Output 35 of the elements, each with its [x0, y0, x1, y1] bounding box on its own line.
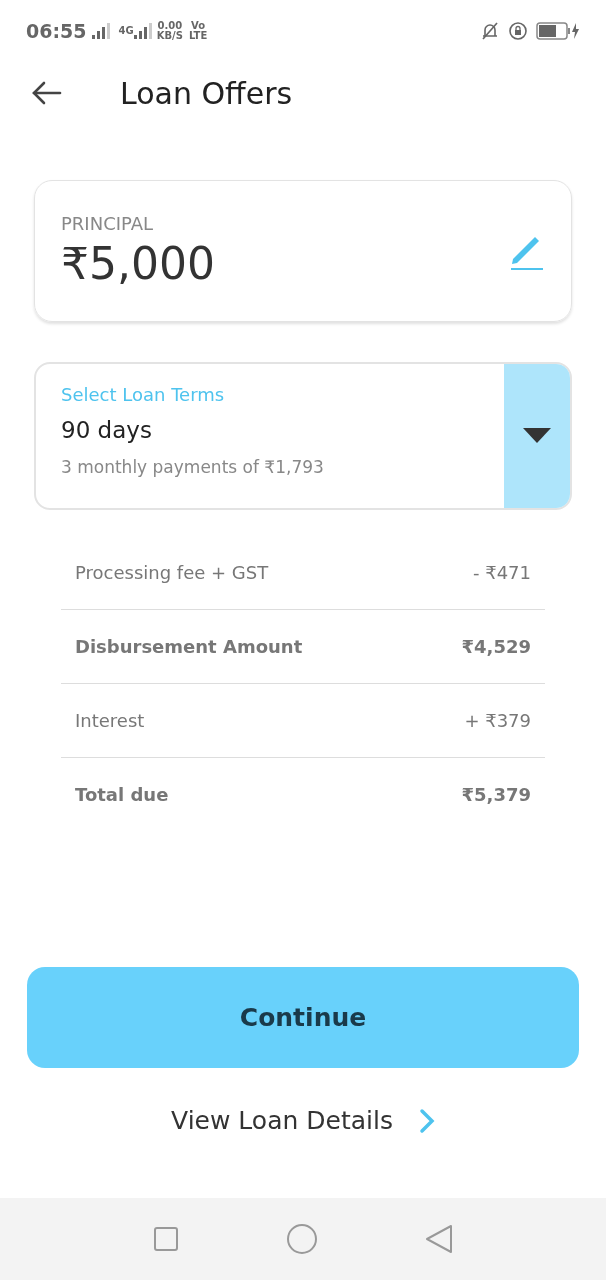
fee-value: - ₹471: [472, 562, 531, 583]
back-icon[interactable]: [424, 1224, 453, 1254]
principal-amount: ₹5,000: [61, 238, 215, 289]
fee-label: Total due: [75, 784, 169, 805]
back-arrow-icon[interactable]: [32, 81, 62, 105]
principal-label: PRINCIPAL: [61, 213, 155, 234]
home-icon[interactable]: [286, 1223, 318, 1255]
continue-button[interactable]: Continue: [27, 967, 579, 1068]
lte-label: LTE: [188, 31, 208, 41]
selected-term: 90 days: [61, 417, 153, 443]
caret-icon: [523, 428, 551, 444]
muted-bell-icon: [480, 21, 500, 41]
recents-icon[interactable]: [153, 1226, 180, 1252]
chevron-right-icon[interactable]: [418, 1107, 435, 1134]
speed-unit: KB/S: [156, 31, 183, 41]
network-type: 4G: [118, 26, 134, 36]
battery-charging-icon: [536, 21, 580, 41]
fee-label: Interest: [75, 710, 145, 731]
clock-time: 06:55: [26, 20, 87, 42]
dropdown-label: Select Loan Terms: [61, 384, 226, 405]
loan-terms-dropdown[interactable]: Select Loan Terms 90 days 3 monthly payments of ₹1,793: [34, 362, 572, 510]
volte-label: Vo: [191, 21, 206, 31]
fee-label: Processing fee + GST: [75, 562, 269, 583]
payment-summary: 3 monthly payments of ₹1,793: [61, 457, 325, 477]
fee-value: + ₹379: [464, 710, 531, 731]
signal-icon: [92, 23, 113, 39]
view-details-link[interactable]: View Loan Details: [171, 1106, 393, 1135]
dropdown-toggle[interactable]: [504, 364, 570, 508]
signal-icon: [133, 23, 154, 39]
fee-value: ₹4,529: [461, 636, 531, 657]
fee-label: Disbursement Amount: [75, 636, 303, 657]
data-speed: 0.00: [157, 21, 183, 31]
fee-value: ₹5,379: [461, 784, 531, 805]
page-title: Loan Offers: [120, 75, 293, 111]
rotation-lock-icon: [508, 21, 528, 41]
